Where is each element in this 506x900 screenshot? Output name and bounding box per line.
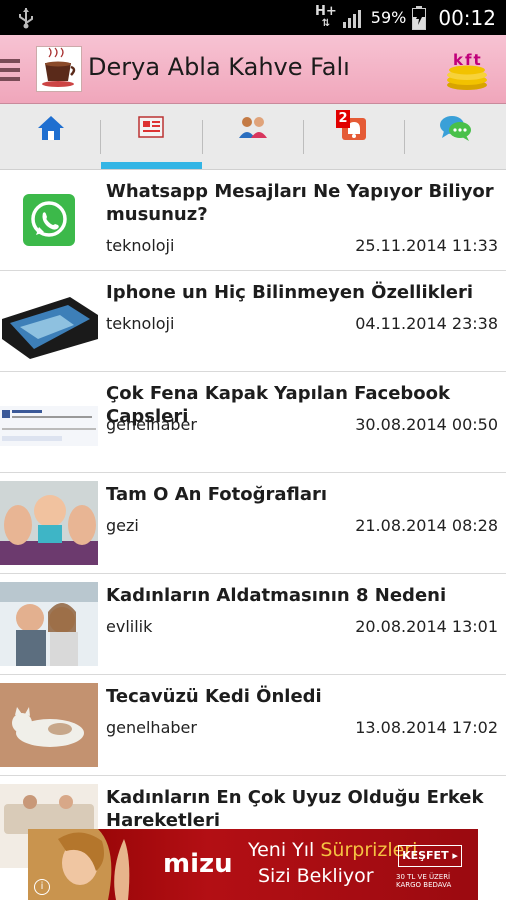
chat-icon xyxy=(439,116,471,141)
article-category: teknoloji xyxy=(106,314,175,333)
article-title: Iphone un Hiç Bilinmeyen Özellikleri xyxy=(106,282,474,303)
list-item[interactable]: Kadınların Aldatmasının 8 Nedeni evlilik… xyxy=(0,574,506,675)
app-title: Derya Abla Kahve Falı xyxy=(88,53,350,81)
baby-photo xyxy=(0,481,98,565)
home-icon xyxy=(37,116,64,140)
ad-discover-button[interactable]: KEŞFET ▸ xyxy=(398,845,462,867)
ad-brand: mizu xyxy=(163,849,233,879)
couple-photo xyxy=(0,582,98,666)
network-type: H+ ⇅ xyxy=(315,3,337,29)
article-date: 13.08.2014 17:02 xyxy=(355,718,498,737)
list-item[interactable]: Çok Fena Kapak Yapılan Facebook Capsleri… xyxy=(0,372,506,473)
cat-photo xyxy=(0,683,98,767)
article-category: gezi xyxy=(106,516,139,535)
coins-icon[interactable]: kft xyxy=(444,49,490,91)
tab-chat[interactable] xyxy=(404,104,505,169)
list-item[interactable]: Iphone un Hiç Bilinmeyen Özellikleri tek… xyxy=(0,271,506,372)
app-logo[interactable] xyxy=(36,46,82,92)
ad-banner[interactable]: mizu Yeni Yıl Sürprizleri Sizi Bekliyor … xyxy=(28,829,478,900)
tab-home[interactable] xyxy=(0,104,101,169)
users-icon xyxy=(238,117,267,138)
app-bar: Derya Abla Kahve Falı kft xyxy=(0,35,506,104)
list-item[interactable]: Tam O An Fotoğrafları gezi 21.08.2014 08… xyxy=(0,473,506,574)
signal-icon xyxy=(342,9,361,28)
tab-indicator xyxy=(101,162,202,169)
article-category: genelhaber xyxy=(106,718,197,737)
article-category: teknoloji xyxy=(106,236,175,255)
newspaper-icon xyxy=(137,116,164,138)
article-title: Tecavüzü Kedi Önledi xyxy=(106,686,322,707)
article-title: Tam O An Fotoğrafları xyxy=(106,484,328,505)
article-list[interactable]: Whatsapp Mesajları Ne Yapıyor Biliyor mu… xyxy=(0,170,506,876)
ad-shipping-note: 30 TL VE ÜZERİ KARGO BEDAVA xyxy=(396,873,452,889)
list-item[interactable]: Tecavüzü Kedi Önledi genelhaber 13.08.20… xyxy=(0,675,506,776)
article-date: 21.08.2014 08:28 xyxy=(355,516,498,535)
tab-news[interactable] xyxy=(101,104,202,169)
battery-icon xyxy=(412,5,427,30)
article-date: 30.08.2014 00:50 xyxy=(355,415,498,434)
menu-icon[interactable] xyxy=(0,59,20,81)
whatsapp-logo xyxy=(0,178,98,262)
facebook-screenshot xyxy=(0,380,98,464)
tab-users[interactable] xyxy=(202,104,303,169)
article-title: Kadınların En Çok Uyuz Olduğu Erkek Hare… xyxy=(106,787,484,831)
article-category: genelhaber xyxy=(106,415,197,434)
ad-subheadline: Sizi Bekliyor xyxy=(258,865,374,887)
ad-headline: Yeni Yıl Sürprizleri xyxy=(248,839,418,861)
article-title: Whatsapp Mesajları Ne Yapıyor Biliyor mu… xyxy=(106,181,494,225)
article-title: Kadınların Aldatmasının 8 Nedeni xyxy=(106,585,447,606)
tab-bar xyxy=(0,104,506,170)
ad-info-icon[interactable]: i xyxy=(34,879,50,895)
iphone-photo xyxy=(0,279,98,363)
tab-notifications[interactable] xyxy=(303,104,404,169)
article-date: 25.11.2014 11:33 xyxy=(355,236,498,255)
coins-label: kft xyxy=(453,51,483,69)
notification-badge: 2 xyxy=(336,110,350,128)
list-item[interactable]: Whatsapp Mesajları Ne Yapıyor Biliyor mu… xyxy=(0,170,506,271)
clock: 00:12 xyxy=(438,5,496,30)
status-bar: H+ ⇅ 59% 00:12 xyxy=(0,0,506,35)
article-category: evlilik xyxy=(106,617,153,636)
usb-icon xyxy=(19,8,33,29)
article-date: 04.11.2014 23:38 xyxy=(355,314,498,333)
battery-percent: 59% xyxy=(370,8,407,27)
article-date: 20.08.2014 13:01 xyxy=(355,617,498,636)
